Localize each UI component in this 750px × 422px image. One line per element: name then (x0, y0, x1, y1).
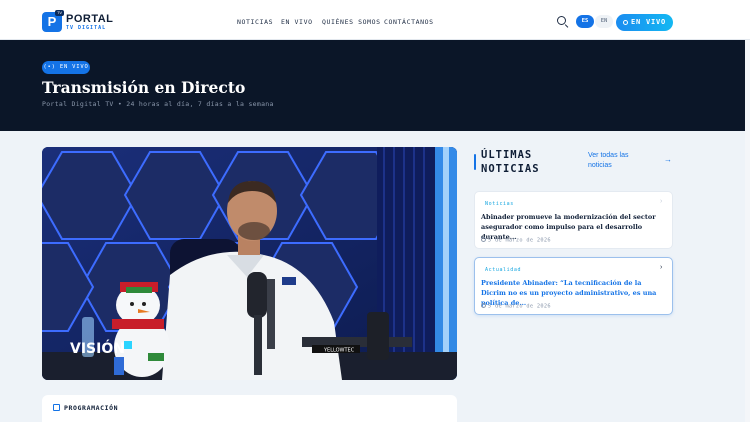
lang-en-button[interactable]: EN (595, 15, 613, 28)
schedule-section: PROGRAMACIÓN (42, 395, 457, 422)
live-button[interactable]: EN VIVO (616, 14, 673, 31)
video-player[interactable]: YELLOWTEC VISIÓN (42, 147, 457, 380)
site-header: P TV PORTAL TV DIGITAL NOTICIAS EN VIVO … (0, 0, 750, 40)
see-all-news-link[interactable]: Ver todas las noticias (588, 151, 648, 171)
video-frame: YELLOWTEC VISIÓN (42, 147, 457, 380)
news-card-date: 5 de marzo de 2026 (481, 237, 551, 244)
search-icon[interactable] (557, 16, 566, 25)
arrow-right-icon[interactable]: → (664, 155, 672, 164)
nav-quienes-somos[interactable]: QUIÉNES SOMOS (322, 18, 381, 26)
see-all-line1: Ver todas las (588, 152, 629, 159)
clock-icon (481, 303, 486, 308)
logo-subtitle: TV DIGITAL (66, 25, 107, 31)
news-card-category: Noticias (485, 201, 514, 207)
scrollbar[interactable] (745, 40, 750, 422)
logo-title[interactable]: PORTAL (66, 13, 113, 25)
channel-watermark: VISIÓN (70, 339, 125, 357)
live-badge-label: EN VIVO (59, 64, 89, 70)
news-card-date-text: 5 de marzo de 2026 (488, 237, 551, 244)
latest-news-title-line2: NOTICIAS (481, 163, 540, 175)
chevron-right-icon: › (660, 198, 663, 205)
latest-news-title-line1: ÚLTIMAS (481, 149, 533, 161)
logo-letter: P (47, 14, 57, 29)
page-subtitle: Portal Digital TV • 24 horas al día, 7 d… (42, 100, 274, 108)
logo-badge: TV (55, 10, 64, 16)
page-title: Transmisión en Directo (42, 78, 246, 97)
news-card[interactable]: Actualidad › Presidente Abinader: “La te… (474, 257, 673, 315)
nav-noticias[interactable]: NOTICIAS (237, 18, 273, 26)
nav-en-vivo[interactable]: EN VIVO (281, 18, 313, 26)
mic-brand-label: YELLOWTEC (323, 348, 355, 354)
chevron-right-icon: › (660, 264, 663, 271)
schedule-title: PROGRAMACIÓN (64, 404, 119, 412)
clock-icon (481, 237, 486, 242)
section-accent-bar (474, 154, 476, 170)
latest-news-title: ÚLTIMAS NOTICIAS (481, 148, 571, 176)
calendar-icon (53, 404, 60, 411)
nav-contactanos[interactable]: CONTÁCTANOS (384, 18, 434, 26)
lang-es-button[interactable]: ES (576, 15, 594, 28)
news-card-date: 5 de marzo de 2026 (481, 303, 551, 310)
live-dot-icon (622, 19, 628, 25)
news-card[interactable]: Noticias › Abinader promueve la moderniz… (474, 191, 673, 249)
news-card-date-text: 5 de marzo de 2026 (488, 303, 551, 310)
news-card-category: Actualidad (485, 267, 522, 273)
see-all-line2: noticias (588, 162, 612, 169)
live-badge: (•) EN VIVO (42, 61, 90, 74)
live-button-label: EN VIVO (630, 18, 667, 26)
